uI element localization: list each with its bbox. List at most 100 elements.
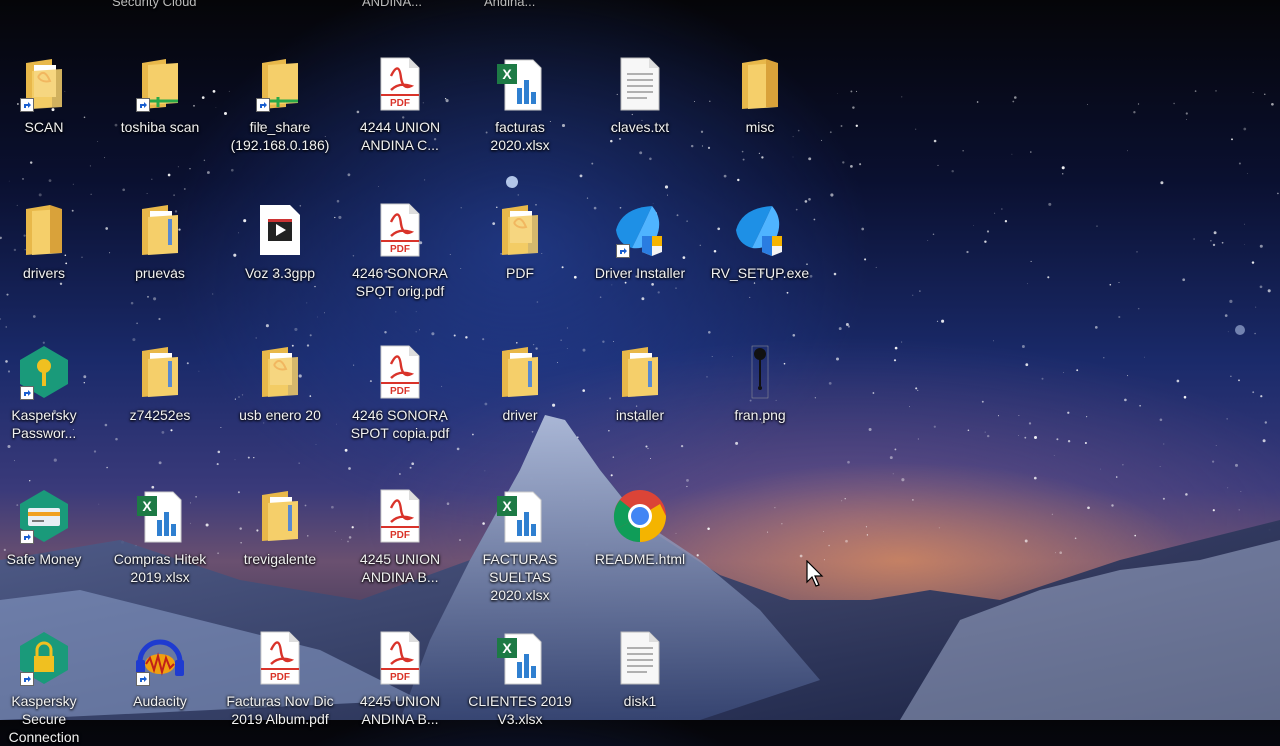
desktop-icon[interactable]: installer xyxy=(584,340,696,424)
desktop-icon-label: CLIENTES 2019 V3.xlsx xyxy=(468,693,572,727)
desktop-icon[interactable]: PDF xyxy=(464,198,576,282)
desktop-icon-label: driver xyxy=(502,407,538,423)
pdf-file-icon: PDF xyxy=(372,340,428,404)
pdf-file-icon: PDF xyxy=(252,626,308,690)
desktop-icon-label: Safe Money xyxy=(6,551,82,567)
desktop-icon-label: RV_SETUP.exe xyxy=(710,265,810,281)
desktop-icon[interactable]: Xfacturas 2020.xlsx xyxy=(464,52,576,154)
desktop-icon[interactable]: Kaspersky Secure Connection xyxy=(0,626,100,746)
installer-icon xyxy=(612,198,668,262)
desktop-icon-label: 4246 SONORA SPOT orig.pdf xyxy=(352,265,448,299)
text-file-icon xyxy=(612,626,668,690)
desktop-icon[interactable]: Audacity xyxy=(104,626,216,710)
desktop-icon-label: file_share (192.168.0.186) xyxy=(230,119,330,153)
excel-file-icon: X xyxy=(492,52,548,116)
svg-text:X: X xyxy=(502,640,512,656)
excel-file-icon: X xyxy=(132,484,188,548)
desktop-icon[interactable]: Voz 3.3gpp xyxy=(224,198,336,282)
desktop-icon-label: FACTURAS SUELTAS 2020.xlsx xyxy=(482,551,558,603)
desktop-icon-label: 4246 SONORA SPOT copia.pdf xyxy=(350,407,450,441)
safe-money-icon xyxy=(16,484,72,548)
excel-file-icon: X xyxy=(492,626,548,690)
desktop-icon-label: facturas 2020.xlsx xyxy=(490,119,550,153)
desktop-icon[interactable]: Safe Money xyxy=(0,484,100,568)
desktop-icon-label: drivers xyxy=(22,265,65,281)
desktop-icon-label: installer xyxy=(615,407,665,423)
svg-text:PDF: PDF xyxy=(390,98,410,109)
desktop-icon[interactable]: X FACTURAS SUELTAS 2020.xlsx xyxy=(464,484,576,604)
desktop-icon-label: README.html xyxy=(594,551,686,567)
svg-text:X: X xyxy=(502,498,512,514)
desktop-icon[interactable]: Kaspersky Passwor... xyxy=(0,340,100,442)
pdf-folder-icon xyxy=(252,340,308,404)
partial-label: Security Cloud xyxy=(112,0,197,9)
audacity-icon xyxy=(132,626,188,690)
desktop-icon[interactable]: RV_SETUP.exe xyxy=(704,198,816,282)
pdf-file-icon: PDF xyxy=(372,198,428,262)
desktop-icon-label: 4245 UNION ANDINA B... xyxy=(359,693,441,727)
desktop-icon-label: claves.txt xyxy=(610,119,670,135)
svg-text:PDF: PDF xyxy=(270,672,290,683)
desktop-icon[interactable]: toshiba scan xyxy=(104,52,216,136)
desktop-icon[interactable]: PDF 4244 UNION ANDINA C... xyxy=(344,52,456,154)
shortcut-arrow-icon xyxy=(136,672,150,686)
desktop-icon-label: SCAN xyxy=(24,119,64,135)
pdf-folder-icon xyxy=(16,52,72,116)
desktop-icon-label: toshiba scan xyxy=(120,119,200,135)
desktop-icon-label: Facturas Nov Dic 2019 Album.pdf xyxy=(226,693,334,727)
svg-text:X: X xyxy=(502,66,512,82)
svg-text:X: X xyxy=(142,498,152,514)
desktop-icon[interactable]: file_share (192.168.0.186) xyxy=(224,52,336,154)
desktop-icon[interactable]: PDF Facturas Nov Dic 2019 Album.pdf xyxy=(224,626,336,728)
text-file-icon xyxy=(612,52,668,116)
shortcut-arrow-icon xyxy=(20,672,34,686)
desktop-icon-label: misc xyxy=(745,119,775,135)
shortcut-arrow-icon xyxy=(20,530,34,544)
folder-icon xyxy=(132,198,188,262)
partial-label: Andina... xyxy=(484,0,536,9)
desktop-icon[interactable]: X CLIENTES 2019 V3.xlsx xyxy=(464,626,576,728)
desktop-icon[interactable]: PDF 4245 UNION ANDINA B... xyxy=(344,626,456,728)
desktop-icon[interactable]: trevigalente xyxy=(224,484,336,568)
desktop-icon[interactable]: drivers xyxy=(0,198,100,282)
desktop-icon[interactable]: X Compras Hitek 2019.xlsx xyxy=(104,484,216,586)
desktop-icon[interactable]: claves.txt xyxy=(584,52,696,136)
pdf-folder-icon xyxy=(492,198,548,262)
folder-icon xyxy=(732,52,788,116)
desktop-icon[interactable]: README.html xyxy=(584,484,696,568)
desktop-icon[interactable]: PDF 4246 SONORA SPOT orig.pdf xyxy=(344,198,456,300)
kaspersky-vpn-icon xyxy=(16,626,72,690)
desktop-icon-label: Driver Installer xyxy=(594,265,686,281)
folder-icon xyxy=(132,340,188,404)
desktop-icon-label: pruevas xyxy=(135,265,185,281)
folder-icon xyxy=(16,198,72,262)
shortcut-arrow-icon xyxy=(136,98,150,112)
desktop-icon[interactable]: misc xyxy=(704,52,816,136)
partial-label: ANDINA... xyxy=(362,0,422,9)
folder-icon xyxy=(252,484,308,548)
desktop-icon[interactable]: Driver Installer xyxy=(584,198,696,282)
desktop-icon-label: disk1 xyxy=(623,693,657,709)
desktop-icon[interactable]: SCAN xyxy=(0,52,100,136)
desktop-icon[interactable]: fran.png xyxy=(704,340,816,424)
desktop-icon-label: 4245 UNION ANDINA B... xyxy=(359,551,441,585)
network-folder-icon xyxy=(252,52,308,116)
shortcut-arrow-icon xyxy=(20,98,34,112)
desktop-icon-label: Voz 3.3gpp xyxy=(244,265,316,281)
desktop-icon-label: PDF xyxy=(506,265,534,281)
desktop-icon[interactable]: disk1 xyxy=(584,626,696,710)
top-partial-labels: Security Cloud ANDINA... Andina... xyxy=(0,0,1280,9)
mouse-cursor-icon xyxy=(806,560,824,587)
video-file-icon xyxy=(252,198,308,262)
desktop-icon[interactable]: driver xyxy=(464,340,576,424)
desktop-icon[interactable]: z74252es xyxy=(104,340,216,424)
pdf-file-icon: PDF xyxy=(372,484,428,548)
desktop-icon[interactable]: pruevas xyxy=(104,198,216,282)
desktop-icon-label: usb enero 20 xyxy=(239,407,321,423)
desktop-icon[interactable]: PDF 4245 UNION ANDINA B... xyxy=(344,484,456,586)
pdf-file-icon: PDF xyxy=(372,626,428,690)
desktop-icon[interactable]: PDF 4246 SONORA SPOT copia.pdf xyxy=(344,340,456,442)
image-file-icon xyxy=(732,340,788,404)
excel-file-icon: X xyxy=(492,484,548,548)
desktop-icon[interactable]: usb enero 20 xyxy=(224,340,336,424)
